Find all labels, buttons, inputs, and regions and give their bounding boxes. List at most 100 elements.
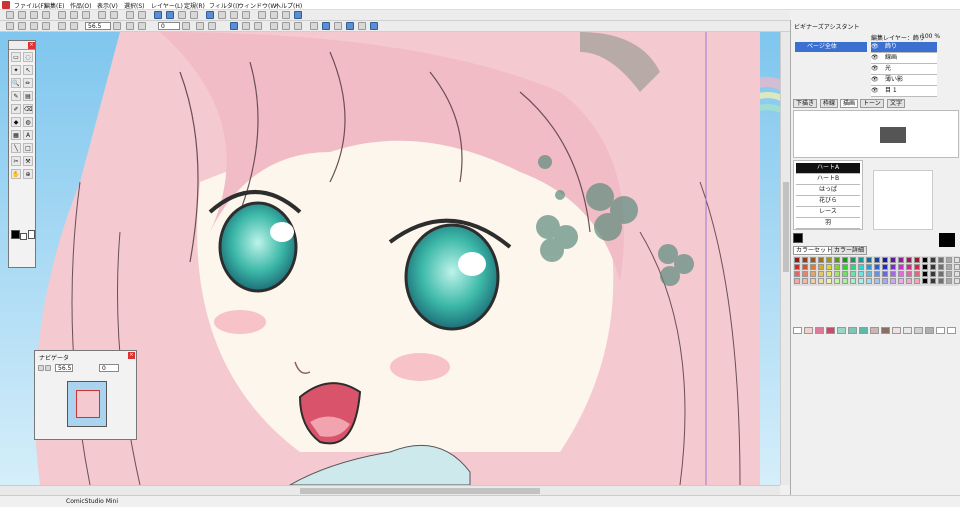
palette-swatch[interactable] (946, 264, 952, 270)
transparent-color-swatch[interactable] (28, 230, 35, 239)
navigator-view-frame[interactable] (76, 390, 100, 418)
palette-swatch[interactable] (930, 264, 936, 270)
palette-swatch[interactable] (842, 278, 848, 284)
brush-item[interactable]: ハートB (796, 174, 860, 185)
palette-swatch[interactable] (930, 257, 936, 263)
palette-swatch[interactable] (866, 257, 872, 263)
zoom-icon[interactable]: 🔍 (11, 78, 21, 88)
palette-swatch[interactable] (826, 271, 832, 277)
layer-row[interactable]: 👁 光 (871, 64, 937, 75)
palette-swatch[interactable] (794, 271, 800, 277)
brush-item[interactable]: レース (796, 207, 860, 218)
navigator-preview[interactable] (67, 381, 107, 427)
custom-color-swatch[interactable] (903, 327, 912, 334)
palette-swatch[interactable] (874, 271, 880, 277)
eye-icon[interactable]: 👁 (871, 64, 881, 74)
zoom-print-icon[interactable] (70, 22, 78, 30)
palette-swatch[interactable] (834, 278, 840, 284)
palette-swatch[interactable] (938, 271, 944, 277)
palette-swatch[interactable] (946, 278, 952, 284)
palette-swatch[interactable] (810, 278, 816, 284)
palette-swatch[interactable] (802, 257, 808, 263)
hand-icon[interactable]: ✋ (11, 169, 21, 179)
zoom-200-icon[interactable] (58, 22, 66, 30)
palette-swatch[interactable] (898, 278, 904, 284)
vertical-scroll-thumb[interactable] (783, 182, 789, 272)
navigator-window-icon[interactable] (230, 11, 238, 19)
gradient-icon[interactable]: ▦ (11, 130, 21, 140)
palette-swatch[interactable] (898, 264, 904, 270)
spread-icon[interactable] (178, 11, 186, 19)
lasso-icon[interactable]: ◌ (23, 52, 33, 62)
copy-icon[interactable] (70, 11, 78, 19)
sub-color-swatch[interactable] (20, 233, 27, 240)
custom-color-swatch[interactable] (936, 327, 945, 334)
custom-color-swatch[interactable] (815, 327, 824, 334)
palette-swatch[interactable] (890, 257, 896, 263)
zoom-fit-icon[interactable] (30, 22, 38, 30)
horizontal-scroll-thumb[interactable] (300, 488, 540, 494)
move-icon[interactable]: ↖ (23, 65, 33, 75)
palette-swatch[interactable] (842, 264, 848, 270)
menu-window[interactable]: ウィンドウ(W) (238, 1, 279, 10)
palette-swatch[interactable] (890, 278, 896, 284)
palette-swatch[interactable] (906, 278, 912, 284)
cut-icon[interactable] (58, 11, 66, 19)
palette-swatch[interactable] (882, 271, 888, 277)
palette-swatch[interactable] (914, 271, 920, 277)
palette-swatch[interactable] (954, 264, 960, 270)
menu-help[interactable]: ヘルプ(H) (275, 1, 302, 10)
app-icon[interactable] (2, 1, 10, 9)
layer-color-icon[interactable] (334, 22, 342, 30)
custom-color-swatch[interactable] (881, 327, 890, 334)
palette-swatch[interactable] (914, 278, 920, 284)
palette-swatch[interactable] (938, 278, 944, 284)
cut-icon[interactable]: ✂ (11, 156, 21, 166)
clear-icon[interactable] (98, 11, 106, 19)
zoom2-icon[interactable]: ⊕ (23, 169, 33, 179)
palette-swatch[interactable] (858, 278, 864, 284)
rect-select-icon[interactable]: ▭ (11, 52, 21, 62)
rotate-left-icon[interactable] (126, 22, 134, 30)
redo-icon[interactable] (138, 11, 146, 19)
rotation-field[interactable]: 0 (158, 22, 180, 30)
palette-swatch[interactable] (930, 271, 936, 277)
snap-ruler-icon[interactable] (230, 22, 238, 30)
menu-view[interactable]: 表示(V) (97, 1, 118, 10)
menu-work[interactable]: 作品(O) (70, 1, 91, 10)
zoom-out-icon[interactable] (18, 22, 26, 30)
palette-swatch[interactable] (906, 257, 912, 263)
palette-swatch[interactable] (826, 278, 832, 284)
nav-zoom-out-icon[interactable] (45, 365, 51, 371)
navigator-close-icon[interactable]: × (128, 352, 135, 359)
text-icon[interactable]: A (23, 130, 33, 140)
show-ruler-icon[interactable] (270, 22, 278, 30)
palette-swatch[interactable] (818, 271, 824, 277)
palette-swatch[interactable] (850, 264, 856, 270)
zoom-100-icon[interactable] (42, 22, 50, 30)
palette-swatch[interactable] (866, 278, 872, 284)
custom-color-swatch[interactable] (947, 327, 956, 334)
print-icon[interactable] (42, 11, 50, 19)
palette-swatch[interactable] (794, 264, 800, 270)
flip-horizontal-icon[interactable] (208, 22, 216, 30)
palette-swatch[interactable] (906, 264, 912, 270)
palette-swatch[interactable] (826, 257, 832, 263)
tab-color-set[interactable]: カラーセット (793, 246, 836, 255)
open-icon[interactable] (18, 11, 26, 19)
palette-swatch[interactable] (866, 264, 872, 270)
menu-filter[interactable]: フィルタ(I) (209, 1, 239, 10)
palette-swatch[interactable] (922, 264, 928, 270)
zoom-field[interactable]: 56.5 (85, 22, 111, 30)
brush-item[interactable]: ハートA (796, 163, 860, 174)
pen-icon[interactable]: ✏ (23, 78, 33, 88)
palette-swatch[interactable] (834, 257, 840, 263)
rotation-reset-icon[interactable] (196, 22, 204, 30)
layer-row[interactable]: 👁 線画 (871, 53, 937, 64)
selection-launcher-icon[interactable] (358, 22, 366, 30)
quick-mask-icon[interactable] (346, 22, 354, 30)
paste-icon[interactable] (82, 11, 90, 19)
nav-zoom-in-icon[interactable] (38, 365, 44, 371)
palette-swatch[interactable] (954, 271, 960, 277)
fill-selection-icon[interactable] (110, 11, 118, 19)
